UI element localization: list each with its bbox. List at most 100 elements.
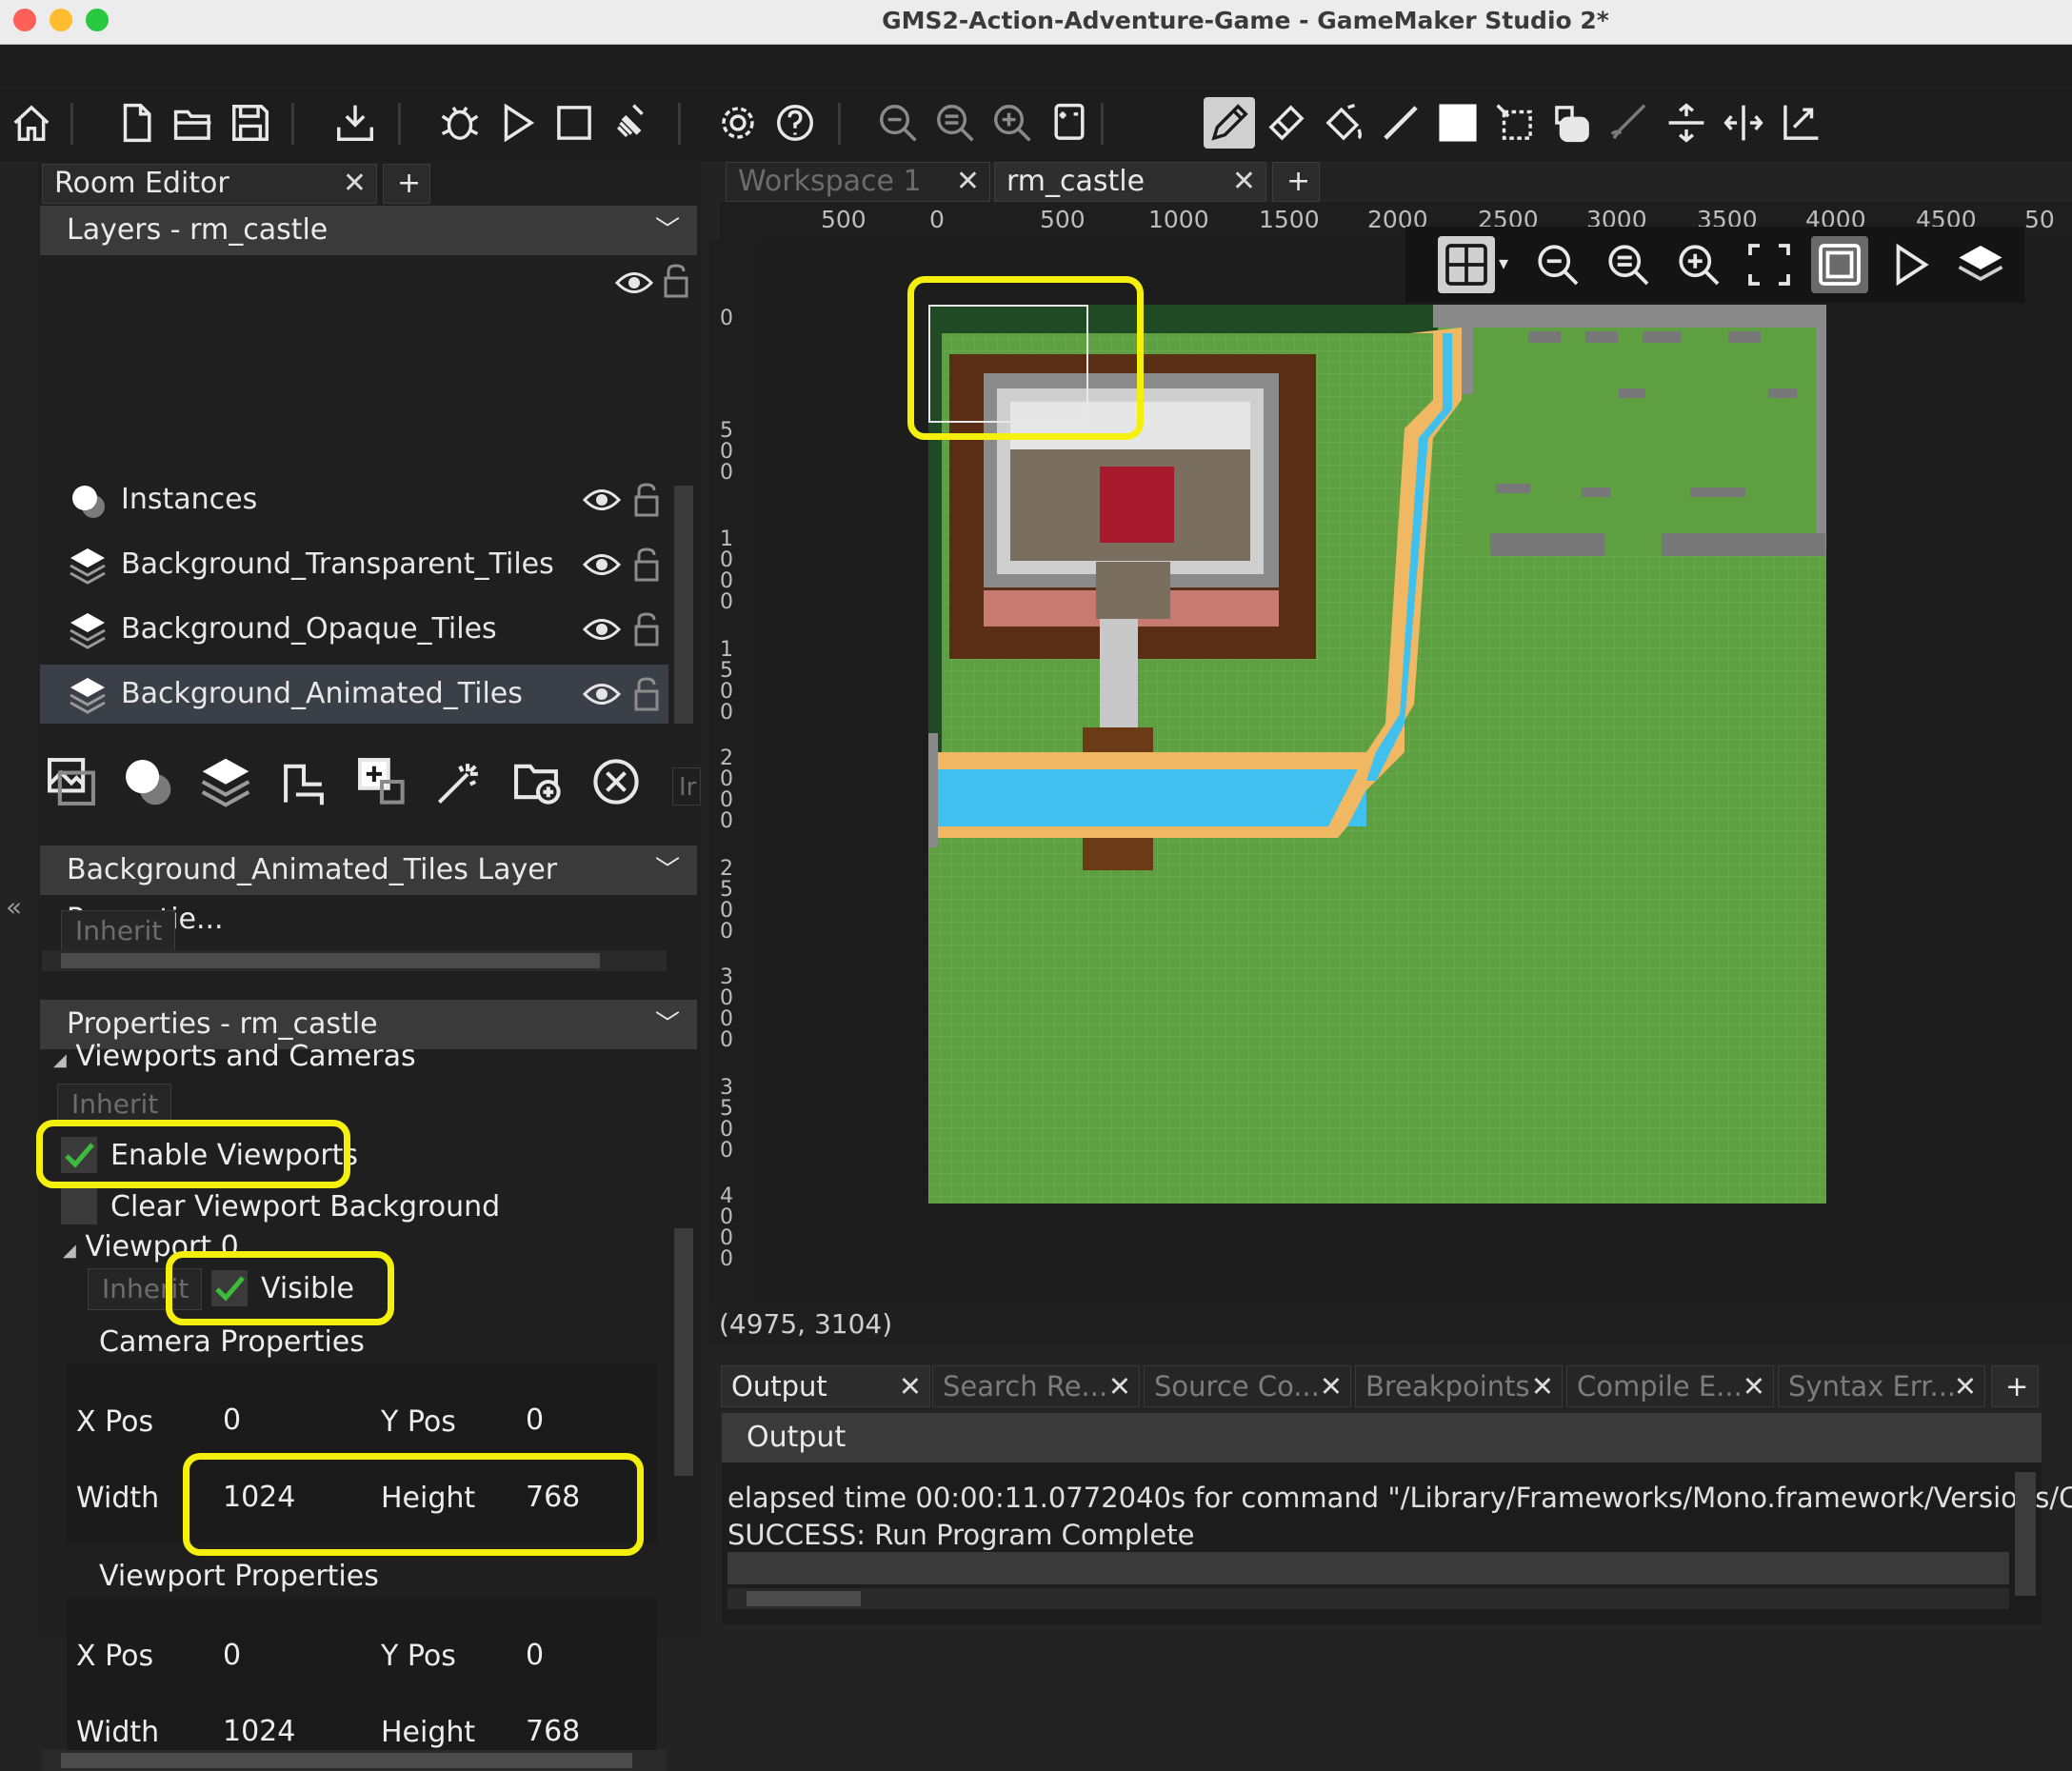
viewport-ypos-field[interactable]: 0 <box>518 1635 630 1677</box>
tab-room-editor[interactable]: Room Editor ✕ <box>42 164 377 204</box>
brush-icon[interactable] <box>1604 97 1655 149</box>
collapse-left-panel-icon[interactable]: « <box>6 891 22 923</box>
play-icon[interactable] <box>491 97 543 149</box>
settings-icon[interactable] <box>712 97 764 149</box>
add-effect-layer-icon[interactable] <box>428 750 491 813</box>
close-icon[interactable]: ✕ <box>1232 163 1256 201</box>
tab-syntax-errors[interactable]: Syntax Err... ✕ <box>1778 1365 1985 1407</box>
tab-workspace-1[interactable]: Workspace 1 ✕ <box>726 162 990 202</box>
partial-button[interactable]: Ir <box>672 767 701 806</box>
layer-properties-header[interactable]: Background_Animated_Tiles Layer Properti… <box>40 846 697 936</box>
viewport-xpos-field[interactable]: 0 <box>215 1635 328 1677</box>
fill-icon[interactable] <box>1318 97 1369 149</box>
add-folder-icon[interactable] <box>507 750 569 813</box>
flip-horizontal-icon[interactable] <box>1718 97 1769 149</box>
debug-icon[interactable] <box>434 97 486 149</box>
add-instance-layer-icon[interactable] <box>116 750 179 813</box>
horizontal-scrollbar[interactable] <box>42 1750 667 1771</box>
zoom-out-icon[interactable] <box>1529 236 1586 293</box>
tab-output[interactable]: Output ✕ <box>721 1365 930 1407</box>
toggle-icon[interactable] <box>1546 97 1598 149</box>
viewports-section-toggle[interactable]: ◢ Viewports and Cameras <box>53 1040 416 1073</box>
fit-icon[interactable] <box>1741 236 1798 293</box>
flip-vertical-icon[interactable] <box>1661 97 1712 149</box>
line-icon[interactable] <box>1375 97 1426 149</box>
add-tab-button[interactable]: + <box>1991 1365 2039 1407</box>
close-icon[interactable]: ✕ <box>343 165 367 203</box>
close-icon[interactable]: ✕ <box>1320 1366 1343 1406</box>
new-file-icon[interactable] <box>110 97 162 149</box>
add-asset-layer-icon[interactable] <box>350 750 413 813</box>
horizontal-scrollbar[interactable] <box>42 950 667 971</box>
zoom-reset-icon[interactable] <box>929 97 981 149</box>
add-tab-button[interactable]: + <box>1272 162 1320 202</box>
properties-scrollbar[interactable] <box>674 1228 693 1476</box>
frame-icon[interactable] <box>1811 236 1868 293</box>
layer-item-background-transparent-tiles[interactable]: Background_Transparent_Tiles <box>40 535 668 594</box>
lock-icon[interactable] <box>632 547 661 583</box>
zoom-in-icon[interactable] <box>986 97 1038 149</box>
close-icon[interactable]: ✕ <box>1108 1366 1131 1406</box>
output-scrollbar[interactable] <box>2015 1472 2036 1596</box>
chevron-down-icon[interactable]: ﹀ <box>655 1000 680 1049</box>
open-folder-icon[interactable] <box>168 97 219 149</box>
close-icon[interactable]: ✕ <box>956 163 980 201</box>
delete-layer-icon[interactable] <box>585 750 648 813</box>
layer-item-background-animated-tiles[interactable]: Background_Animated_Tiles <box>40 665 668 724</box>
add-tile-layer-icon[interactable] <box>194 750 257 813</box>
gamepad-icon[interactable] <box>1044 97 1095 149</box>
close-icon[interactable]: ✕ <box>1743 1366 1765 1406</box>
viewport-height-field[interactable]: 768 <box>518 1711 630 1753</box>
add-path-layer-icon[interactable] <box>272 750 335 813</box>
lock-icon[interactable] <box>632 676 661 712</box>
grid-icon[interactable] <box>1438 236 1495 293</box>
tab-search-results[interactable]: Search Re... ✕ <box>932 1365 1140 1407</box>
output-log[interactable]: elapsed time 00:00:11.0772040s for comma… <box>722 1463 2072 1624</box>
room-canvas[interactable] <box>755 240 2072 1303</box>
zoom-in-icon[interactable] <box>1670 236 1727 293</box>
home-icon[interactable] <box>6 97 57 149</box>
chevron-down-icon[interactable]: ▾ <box>1499 251 1508 274</box>
eraser-icon[interactable] <box>1261 97 1312 149</box>
camera-ypos-field[interactable]: 0 <box>518 1400 630 1442</box>
stop-icon[interactable] <box>548 97 600 149</box>
chevron-down-icon[interactable]: ﹀ <box>655 846 680 895</box>
clean-icon[interactable] <box>606 97 657 149</box>
pencil-icon[interactable] <box>1204 97 1255 149</box>
select-icon[interactable] <box>1489 97 1541 149</box>
viewport-width-field[interactable]: 1024 <box>215 1711 328 1753</box>
layers-header[interactable]: Layers - rm_castle ﹀ <box>40 206 697 255</box>
tab-compile-errors[interactable]: Compile E... ✕ <box>1566 1365 1774 1407</box>
help-icon[interactable] <box>769 97 821 149</box>
tab-breakpoints[interactable]: Breakpoints ✕ <box>1355 1365 1563 1407</box>
close-icon[interactable]: ✕ <box>899 1366 922 1406</box>
lock-icon[interactable] <box>632 482 661 518</box>
inherit-button[interactable]: Inherit <box>61 910 175 952</box>
save-icon[interactable] <box>225 97 276 149</box>
close-icon[interactable]: ✕ <box>1531 1366 1554 1406</box>
chevron-down-icon[interactable]: ﹀ <box>655 206 680 255</box>
eye-icon[interactable] <box>583 678 621 710</box>
tab-rm-castle[interactable]: rm_castle ✕ <box>994 162 1266 202</box>
add-background-layer-icon[interactable] <box>40 750 103 813</box>
zoom-out-icon[interactable] <box>872 97 924 149</box>
tab-source-control[interactable]: Source Co... ✕ <box>1144 1365 1351 1407</box>
layer-item-instances[interactable]: Instances <box>40 470 668 529</box>
rectangle-icon[interactable] <box>1432 97 1484 149</box>
lock-icon[interactable] <box>632 611 661 647</box>
eye-icon[interactable] <box>583 484 621 516</box>
eye-icon[interactable] <box>583 548 621 581</box>
add-tab-button[interactable]: + <box>383 164 430 204</box>
export-icon[interactable] <box>329 97 381 149</box>
eye-icon[interactable] <box>615 267 653 299</box>
layers-icon[interactable] <box>1952 236 2009 293</box>
zoom-reset-icon[interactable] <box>1600 236 1657 293</box>
layer-item-background-opaque-tiles[interactable]: Background_Opaque_Tiles <box>40 600 668 659</box>
clear-viewport-background-checkbox[interactable] <box>61 1188 97 1224</box>
rotate-icon[interactable] <box>1775 97 1826 149</box>
close-icon[interactable]: ✕ <box>1954 1366 1977 1406</box>
camera-xpos-field[interactable]: 0 <box>215 1400 328 1442</box>
play-icon[interactable] <box>1882 236 1939 293</box>
layer-list-scrollbar[interactable] <box>674 486 693 724</box>
lock-icon[interactable] <box>663 263 689 299</box>
